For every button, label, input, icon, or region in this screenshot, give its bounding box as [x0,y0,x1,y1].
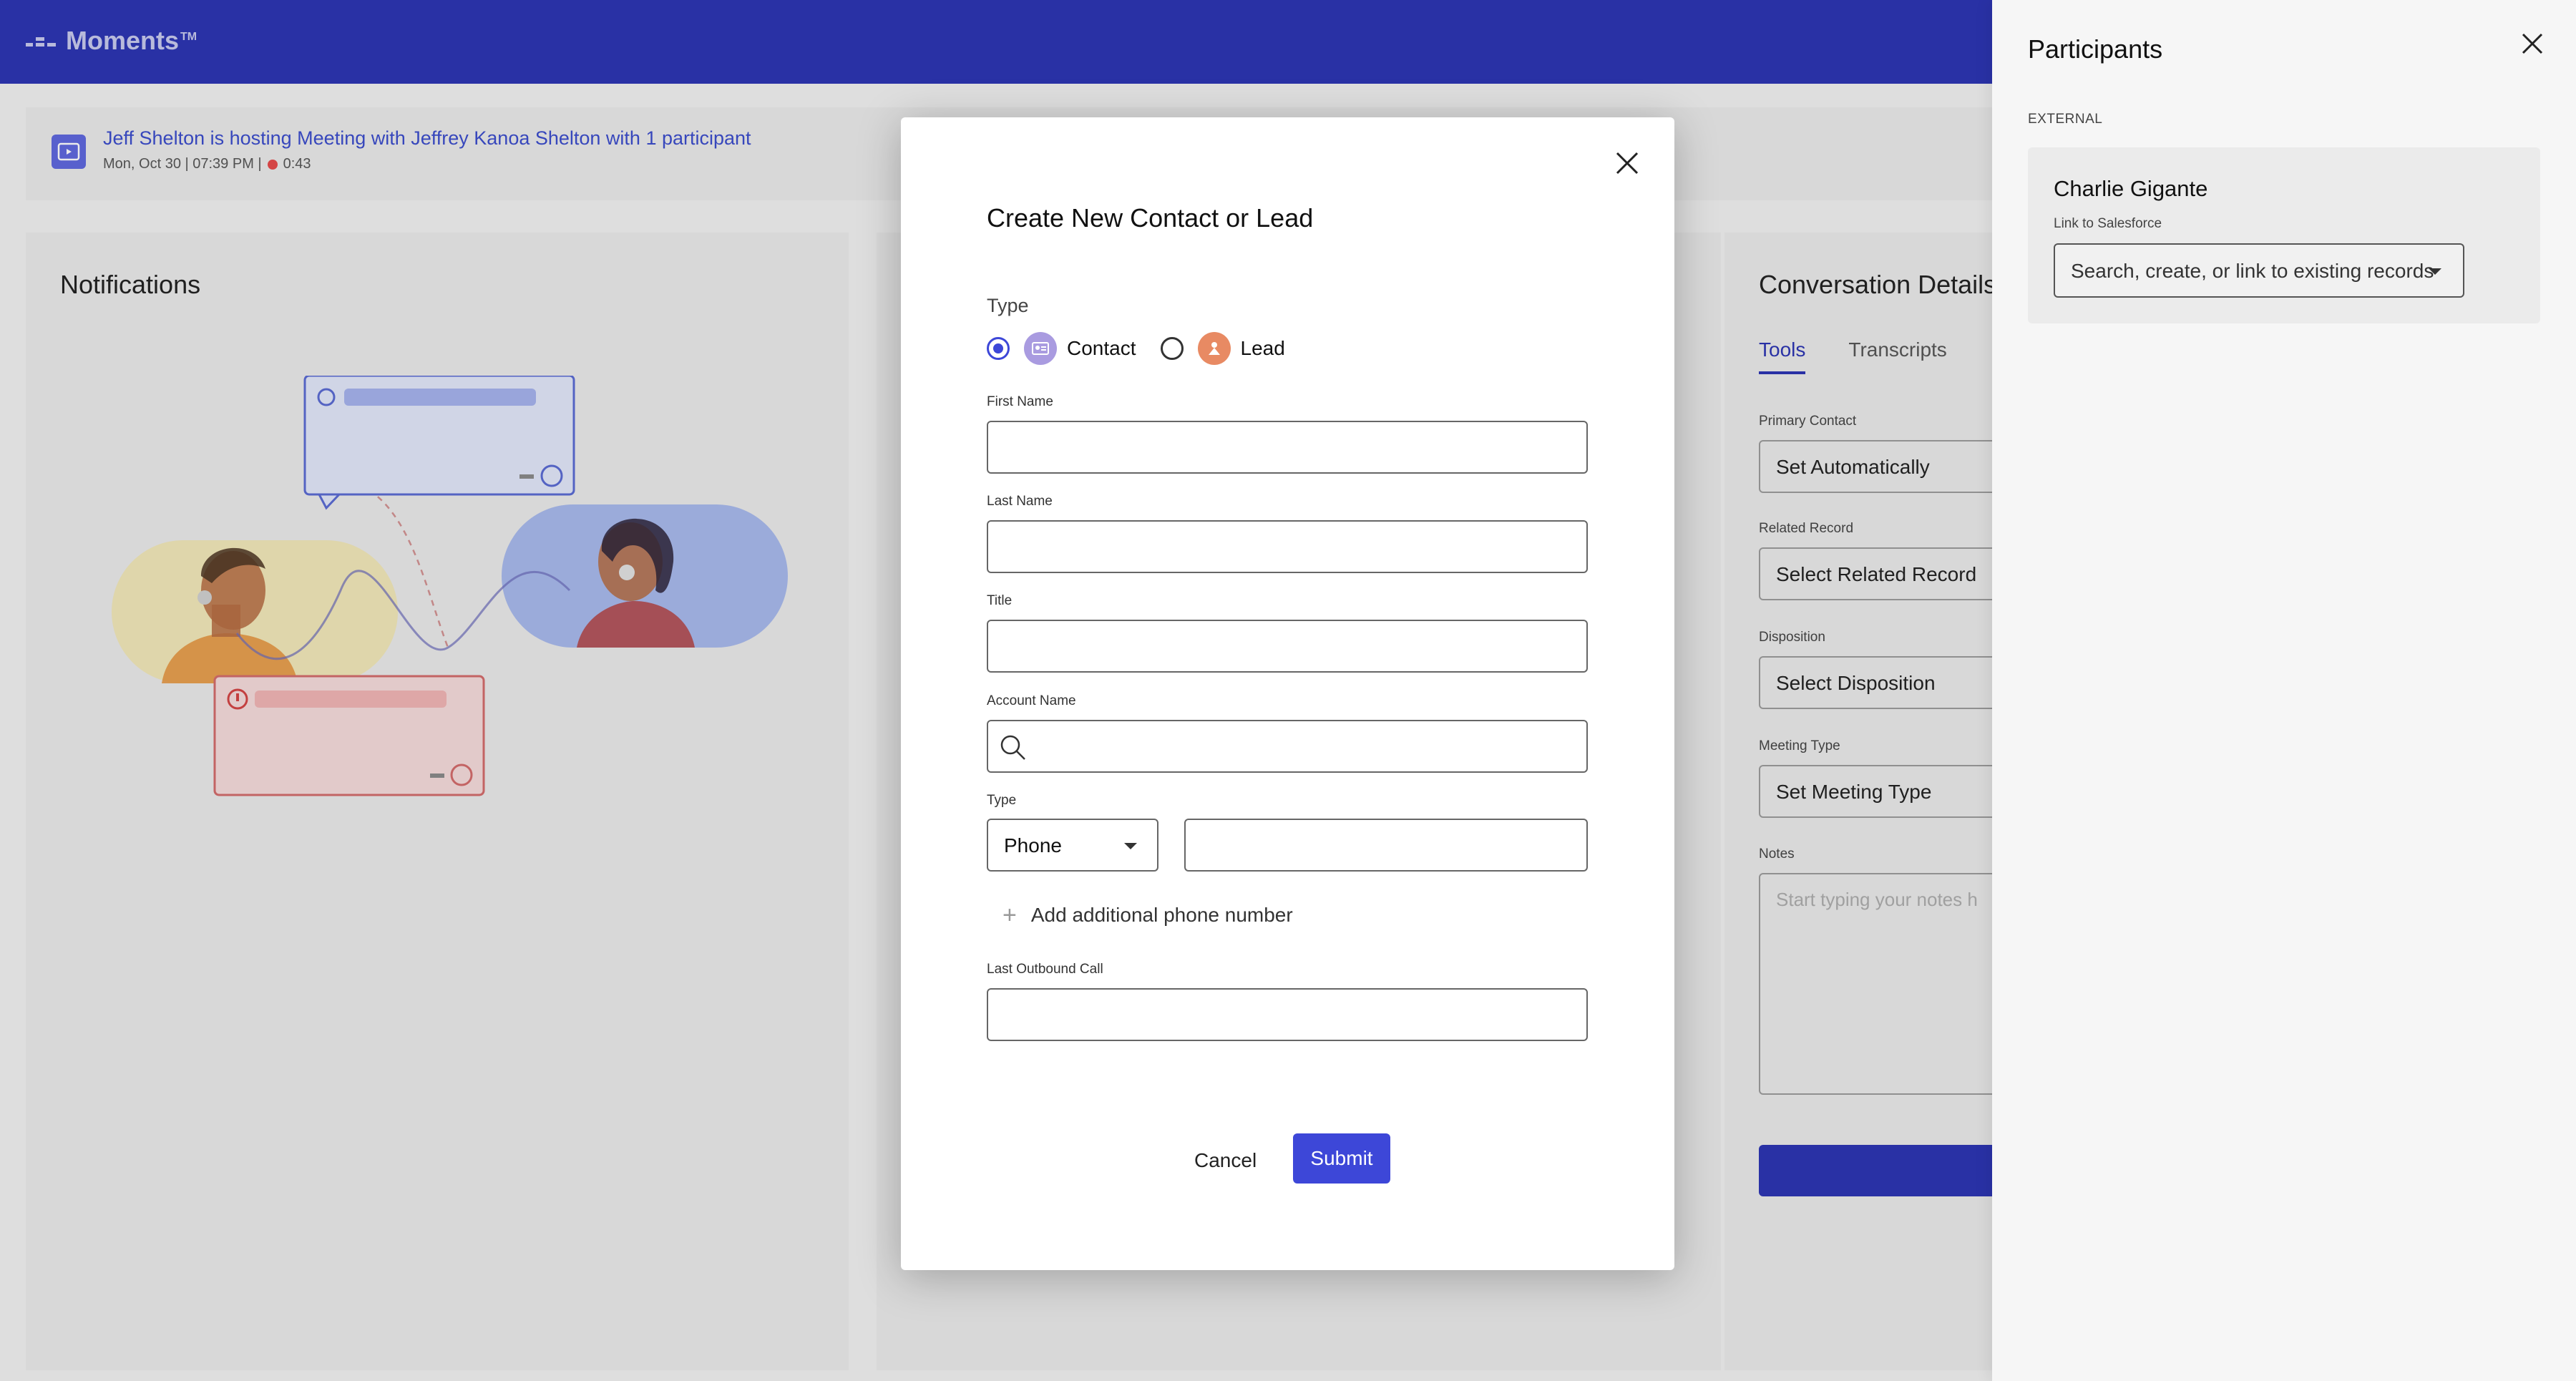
add-phone-number-button[interactable]: + Add additional phone number [1002,903,1293,927]
contact-card-icon [1024,332,1057,365]
external-section-label: EXTERNAL [2028,112,2103,127]
contact-radio[interactable] [987,337,1010,360]
chevron-down-icon [2429,268,2441,275]
lead-option-label[interactable]: Lead [1241,337,1285,360]
phone-type-select[interactable]: Phone [987,819,1158,872]
modal-title: Create New Contact or Lead [987,203,1314,233]
first-name-input[interactable] [987,421,1588,474]
participant-name: Charlie Gigante [2054,176,2208,201]
record-type-label: Type [987,295,1029,316]
link-to-salesforce-label: Link to Salesforce [2054,216,2162,231]
close-icon[interactable] [1613,149,1641,177]
close-icon[interactable] [2520,31,2545,56]
phone-type-label: Type [987,793,1017,808]
record-type-radio-group: Contact Lead [987,332,1309,365]
first-name-label: First Name [987,394,1053,409]
submit-button[interactable]: Submit [1293,1133,1390,1184]
participant-card: Charlie Gigante Link to Salesforce Searc… [2028,147,2540,323]
participants-drawer: Participants EXTERNAL Charlie Gigante Li… [1992,0,2576,1381]
title-label: Title [987,593,1013,608]
last-name-label: Last Name [987,494,1053,509]
salesforce-record-select[interactable]: Search, create, or link to existing reco… [2054,243,2464,298]
last-outbound-call-input[interactable] [987,988,1588,1041]
last-outbound-call-label: Last Outbound Call [987,962,1103,977]
phone-number-input[interactable] [1184,819,1588,872]
account-name-label: Account Name [987,693,1076,708]
create-contact-modal: Create New Contact or Lead Type Contact … [901,117,1674,1270]
lead-person-icon [1197,332,1231,365]
contact-option-label[interactable]: Contact [1067,337,1136,360]
last-name-input[interactable] [987,520,1588,573]
account-name-search-input[interactable] [987,720,1588,773]
title-input[interactable] [987,620,1588,673]
phone-type-value: Phone [1004,834,1062,857]
participants-title: Participants [2028,34,2163,64]
add-phone-number-label: Add additional phone number [1030,904,1293,926]
lead-radio[interactable] [1160,337,1184,360]
cancel-button[interactable]: Cancel [1194,1149,1257,1172]
salesforce-record-placeholder: Search, create, or link to existing reco… [2071,260,2434,282]
chevron-down-icon [1124,843,1137,849]
plus-icon: + [1002,902,1017,929]
search-icon [1000,735,1025,760]
